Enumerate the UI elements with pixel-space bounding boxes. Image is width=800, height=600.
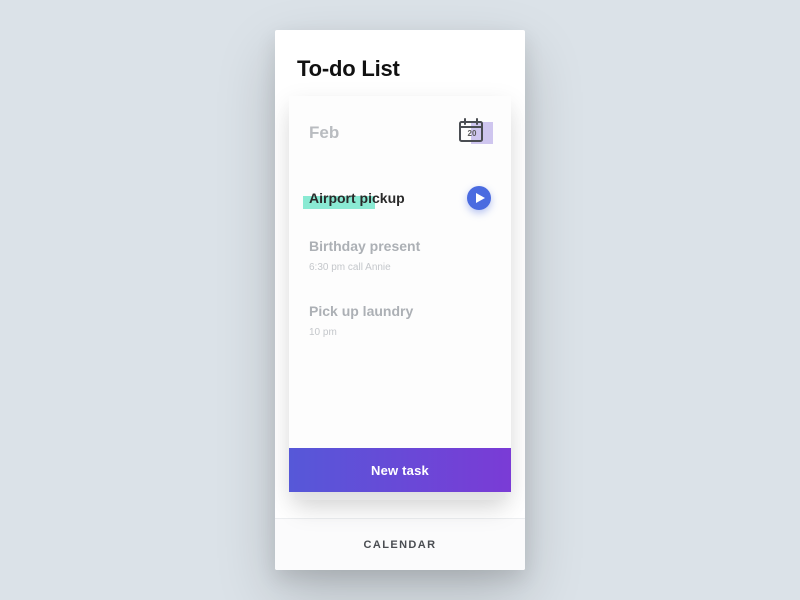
calendar-icon[interactable]: 20 [457,116,491,150]
task-subtitle: 10 pm [309,327,491,338]
phone-frame: To-do List Feb 20 [275,30,525,570]
new-task-label: New task [371,463,429,478]
new-task-button[interactable]: New task [289,448,511,492]
task-item[interactable]: Birthday present 6:30 pm call Annie [309,224,491,289]
calendar-day-number: 20 [463,129,481,138]
task-title: Birthday present [309,238,420,254]
task-title: Airport pickup [309,190,405,206]
task-title-text: Airport pickup [309,190,405,206]
task-title-text: Pick up laundry [309,303,413,319]
task-title-text: Birthday present [309,238,420,254]
play-button[interactable] [467,186,491,210]
task-item[interactable]: Airport pickup [309,176,491,224]
bottom-bar: CALENDAR [275,518,525,570]
task-card: Feb 20 Airport pickup [289,96,511,492]
header: To-do List [275,30,525,96]
task-list: Airport pickup Birthday present 6:30 pm … [289,158,511,448]
task-title: Pick up laundry [309,303,413,319]
month-label: Feb [309,123,339,143]
page-title: To-do List [297,56,503,82]
calendar-tab[interactable]: CALENDAR [364,539,437,551]
task-subtitle: 6:30 pm call Annie [309,262,491,273]
task-item[interactable]: Pick up laundry 10 pm [309,289,491,354]
card-header: Feb 20 [289,96,511,158]
play-icon [476,193,485,203]
card-stack: Feb 20 Airport pickup [289,96,511,492]
